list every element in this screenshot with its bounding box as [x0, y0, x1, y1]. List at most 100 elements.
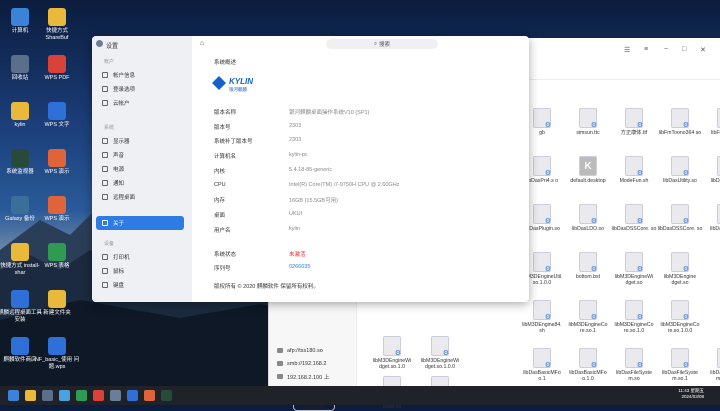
file-icon — [579, 204, 597, 225]
app-icon — [11, 290, 29, 308]
info-value: UKUI — [289, 210, 303, 217]
file-item[interactable]: libDasDSSCore. so — [611, 204, 657, 232]
file-item[interactable]: libM3DEngineWi dget.so.1.0.0 — [417, 336, 463, 370]
search-input[interactable]: ⌕ 搜索 — [326, 39, 438, 49]
taskbar-app-icon[interactable] — [127, 390, 138, 401]
info-row: 版本名称 银河麒麟桌面操作系统V10 (SP1) — [214, 108, 514, 116]
file-icon — [671, 252, 689, 273]
file-item[interactable]: libM3DEngineWi dget.so — [611, 252, 657, 286]
nav-item[interactable]: 电源 — [96, 162, 184, 176]
desktop-icon[interactable]: WPS 演示 — [34, 149, 80, 176]
nav-icon — [102, 138, 108, 144]
file-icon — [533, 204, 551, 225]
file-name: libM3DEngineCo re.so.1.0 — [614, 322, 654, 335]
settings-title: 设置 — [106, 44, 119, 50]
taskbar-app-icon[interactable] — [59, 390, 70, 401]
file-item[interactable]: ModeFun.sh — [611, 156, 657, 184]
taskbar-app-icon[interactable] — [110, 390, 121, 401]
nav-item[interactable]: 声音 — [96, 148, 184, 162]
nav-item[interactable]: 鼠标 — [96, 264, 184, 278]
menu-icon[interactable]: ≡ — [644, 46, 648, 53]
close-icon[interactable]: ✕ — [700, 46, 706, 54]
desktop-icon[interactable]: WPS 演示 — [34, 196, 80, 223]
maximize-icon[interactable]: □ — [682, 46, 686, 53]
app-icon — [48, 102, 66, 120]
file-item[interactable]: Kdefault.desktop — [565, 156, 611, 184]
nav-item[interactable]: 云帐户 — [96, 96, 184, 110]
nav-item[interactable]: 打印机 — [96, 250, 184, 264]
taskbar-app-icon[interactable] — [144, 390, 155, 401]
taskbar-app-icon[interactable] — [8, 390, 19, 401]
desktop-icon[interactable]: WPS 表格 — [34, 243, 80, 270]
info-label: 桌面 — [214, 212, 226, 219]
desktop-icon[interactable]: WPS PDF — [34, 55, 80, 82]
nav-item[interactable]: 帐户信息 — [96, 68, 184, 82]
sidebar-item[interactable]: smb://192.168.2 — [269, 357, 356, 370]
file-item[interactable]: libM3DEngineCo re.so.1.0.0 — [657, 300, 703, 334]
info-value: kylin — [289, 225, 301, 232]
file-icon: K — [579, 156, 597, 176]
taskbar-app-icon[interactable] — [42, 390, 53, 401]
file-item[interactable]: libM3DEngineWi dget.so.1.0 — [369, 336, 415, 370]
info-label: 内存 — [214, 198, 226, 205]
file-icon — [579, 348, 597, 369]
file-item[interactable]: libDasDSSCo — [703, 204, 720, 232]
status-value: 0266035 — [289, 264, 311, 270]
file-item[interactable]: libM3DEngine84. sh — [519, 300, 565, 334]
file-name: 方正康体.ttf — [620, 130, 648, 136]
file-item[interactable]: libM3DEngine dget.so — [657, 252, 703, 286]
file-name: libDasDSSCore. so — [611, 226, 657, 232]
taskbar-app-icon[interactable] — [93, 390, 104, 401]
nav-item[interactable]: 显示器 — [96, 134, 184, 148]
sidebar-item[interactable]: afp://tss180.so — [269, 344, 356, 357]
file-icon — [671, 204, 689, 225]
desktop-icon[interactable]: WPS 文字 — [34, 102, 80, 129]
file-name: libDasFileSyste m.so — [616, 370, 652, 383]
file-name: libDasBasicMFo o.1.0 — [569, 370, 607, 383]
app-icon — [11, 55, 29, 73]
file-item[interactable]: libDasFileSyste m.so.1 — [657, 348, 703, 382]
file-item[interactable]: libM3DEngineCo re.so.1.0 — [611, 300, 657, 334]
nav-item[interactable]: 登录选项 — [96, 82, 184, 96]
file-item[interactable]: libDasLDO.so — [565, 204, 611, 232]
settings-sidebar: 设置 帐户 系统 设备 帐户信息 登录选项 云帐户 显示器 声音 电源 通知 远程桌面 关于 打印… — [92, 36, 192, 302]
desktop-icon[interactable]: NF_basic_使用 问题.wps — [34, 337, 80, 370]
drive-icon — [277, 374, 283, 379]
file-item[interactable]: libFmToono3 — [703, 108, 720, 136]
file-item[interactable]: libDasFileSyste m.so — [611, 348, 657, 382]
taskbar-app-icon[interactable] — [161, 390, 172, 401]
file-icon — [625, 300, 643, 321]
nav-icon — [102, 100, 108, 106]
taskbar-app-icon[interactable] — [76, 390, 87, 401]
file-item[interactable]: libDasUtility.s — [703, 156, 720, 184]
taskbar-app-icon[interactable] — [25, 390, 36, 401]
nav-item[interactable]: 关于 — [96, 216, 184, 230]
nav-item[interactable]: 键盘 — [96, 278, 184, 292]
file-item[interactable]: libDasBasicMFo o.1.0 — [565, 348, 611, 382]
file-item[interactable]: libDasUtility.so — [657, 156, 703, 184]
file-item[interactable]: libM3DEngineCo re.so.1 — [565, 300, 611, 334]
file-item[interactable]: bottom.bst — [565, 252, 611, 280]
file-name: libDasUtility.s — [710, 178, 720, 184]
home-icon[interactable]: ⌂ — [200, 40, 204, 47]
nav-icon — [102, 282, 108, 288]
app-icon — [11, 196, 29, 214]
file-item[interactable]: libDasFileSys m.so.1.0 — [703, 348, 720, 382]
status-label: 系统状态 — [214, 252, 237, 258]
file-name: libFmToono364 so — [658, 130, 702, 136]
file-item[interactable]: 方正康体.ttf — [611, 108, 657, 136]
desktop-icon[interactable]: 新建文件夹 — [34, 290, 80, 317]
desktop-icon[interactable]: 快捷方式 ShareBuf — [34, 8, 80, 41]
desktop-icon-label: 新建文件夹 — [43, 310, 71, 316]
file-item[interactable]: libFmToono364 so — [657, 108, 703, 136]
file-item[interactable]: libDasDSSCore. so — [657, 204, 703, 232]
info-row: 系统补丁版本号 2303 — [214, 137, 514, 145]
app-icon — [11, 243, 29, 261]
nav-item[interactable]: 通知 — [96, 176, 184, 190]
file-item[interactable]: libDasBasicMFo o.1 — [519, 348, 565, 382]
list-view-icon[interactable]: ☰ — [624, 46, 630, 54]
nav-item[interactable]: 远程桌面 — [96, 190, 184, 204]
sidebar-item[interactable]: 192.168.2.100 上 — [269, 370, 356, 383]
minimize-icon[interactable]: − — [664, 46, 668, 53]
file-item[interactable]: simsun.ttc — [565, 108, 611, 136]
